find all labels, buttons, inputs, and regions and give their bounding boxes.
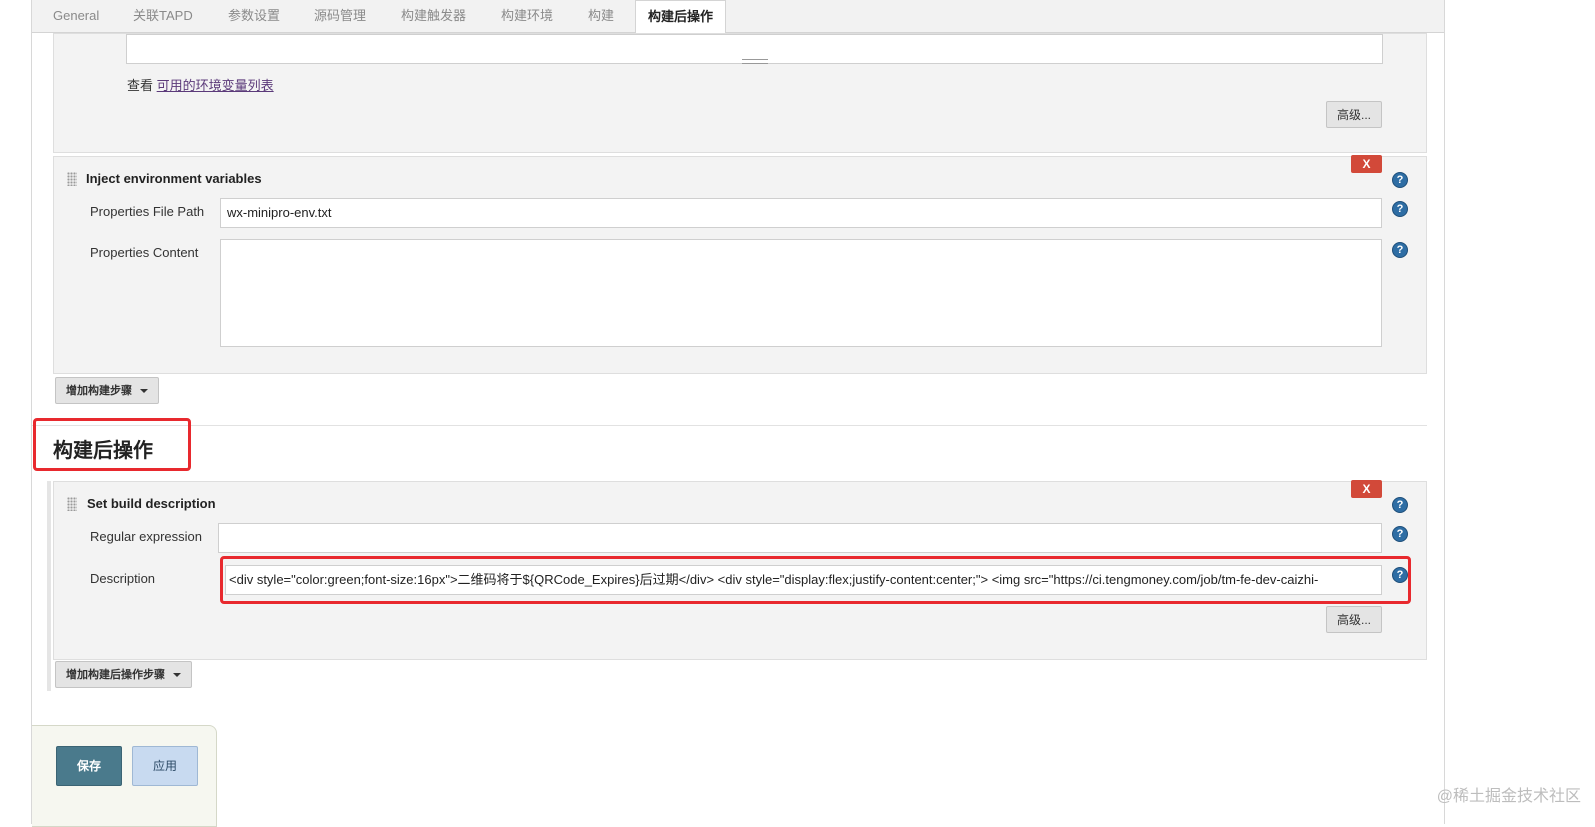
drag-handle-icon[interactable] — [67, 172, 77, 186]
save-button[interactable]: 保存 — [56, 746, 122, 786]
tab-tapd[interactable]: 关联TAPD — [133, 0, 193, 32]
advanced-button-top[interactable]: 高级... — [1326, 101, 1383, 128]
add-post-build-step-label: 增加构建后操作步骤 — [66, 669, 165, 681]
chevron-down-icon — [140, 389, 148, 394]
delete-set-build-description-button[interactable]: X — [1351, 480, 1382, 498]
apply-button[interactable]: 应用 — [132, 746, 198, 786]
inject-env-title: Inject environment variables — [86, 171, 262, 186]
help-icon[interactable]: ? — [1392, 172, 1408, 188]
previous-build-step: 查看 可用的环境变量列表 高级... — [53, 33, 1427, 153]
section-rail — [47, 481, 51, 691]
add-build-step-button[interactable]: 增加构建步骤 — [55, 377, 159, 404]
previous-step-textarea[interactable] — [126, 34, 1383, 64]
drag-handle-icon[interactable] — [67, 497, 77, 511]
tab-build-triggers[interactable]: 构建触发器 — [401, 0, 466, 32]
add-build-step-label: 增加构建步骤 — [66, 385, 132, 397]
properties-content-label: Properties Content — [90, 245, 199, 260]
highlight-frame — [33, 418, 191, 471]
tab-parameters[interactable]: 参数设置 — [228, 0, 280, 32]
help-icon[interactable]: ? — [1392, 526, 1408, 542]
tab-bar: General 关联TAPD 参数设置 源码管理 构建触发器 构建环境 构建 构… — [32, 0, 1444, 34]
description-label: Description — [90, 571, 156, 586]
config-panel: General 关联TAPD 参数设置 源码管理 构建触发器 构建环境 构建 构… — [31, 0, 1445, 827]
tab-build[interactable]: 构建 — [588, 0, 614, 32]
regular-expression-label: Regular expression — [90, 529, 203, 544]
properties-content-textarea[interactable] — [220, 239, 1382, 347]
delete-inject-env-button[interactable]: X — [1351, 155, 1382, 173]
help-icon[interactable]: ? — [1392, 497, 1408, 513]
properties-file-path-label: Properties File Path — [90, 204, 205, 219]
properties-file-path-input[interactable]: wx-minipro-env.txt — [220, 198, 1382, 228]
help-icon[interactable]: ? — [1392, 242, 1408, 258]
regular-expression-input[interactable] — [218, 523, 1382, 553]
tab-general[interactable]: General — [53, 0, 99, 32]
env-vars-hint: 查看 可用的环境变量列表 — [127, 75, 274, 94]
chevron-down-icon — [173, 673, 181, 678]
set-build-description-title: Set build description — [87, 496, 216, 511]
section-divider — [32, 425, 1427, 426]
resize-grip[interactable] — [742, 59, 768, 64]
tab-source-control[interactable]: 源码管理 — [314, 0, 366, 32]
tab-build-environment[interactable]: 构建环境 — [501, 0, 553, 32]
advanced-button-description[interactable]: 高级... — [1326, 606, 1383, 633]
bottom-sticker: 保存 应用 — [32, 725, 217, 827]
env-vars-hint-prefix: 查看 — [127, 78, 154, 93]
help-icon[interactable]: ? — [1392, 201, 1408, 217]
inject-env-step: Inject environment variables X Propertie… — [53, 155, 1427, 374]
add-post-build-step-button[interactable]: 增加构建后操作步骤 — [55, 661, 192, 688]
watermark: @稀土掘金技术社区 — [1436, 788, 1581, 805]
env-vars-list-link[interactable]: 可用的环境变量列表 — [157, 78, 274, 93]
tab-post-build-actions[interactable]: 构建后操作 — [635, 0, 727, 34]
highlight-frame — [220, 556, 1411, 604]
